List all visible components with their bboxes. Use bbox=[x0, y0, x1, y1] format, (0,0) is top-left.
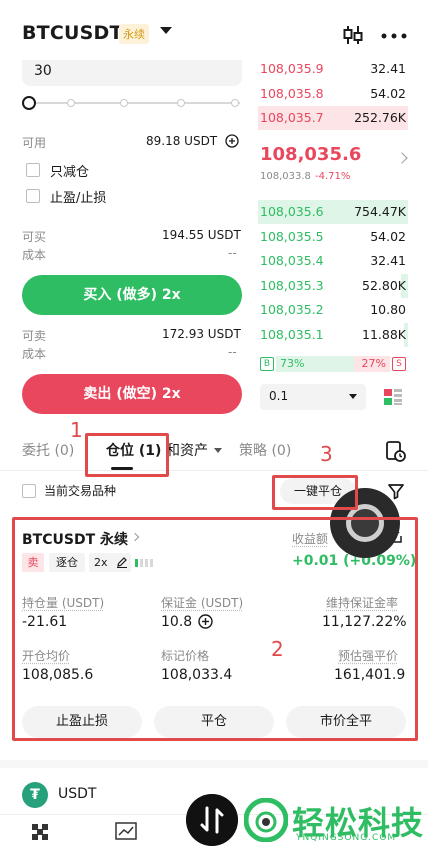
current-symbol-checkbox[interactable] bbox=[22, 484, 36, 498]
ask-qty: 252.76K bbox=[354, 110, 406, 125]
amount-slider[interactable] bbox=[22, 96, 242, 110]
annotation-number-3: 3 bbox=[320, 442, 333, 466]
annotation-box-3 bbox=[272, 475, 358, 510]
section-separator bbox=[0, 760, 428, 768]
bid-qty: 10.80 bbox=[370, 302, 406, 317]
bid-row[interactable]: 108,035.2 10.80 bbox=[258, 298, 408, 322]
precision-value: 0.1 bbox=[269, 389, 289, 403]
bid-row[interactable]: 108,035.6 754.47K bbox=[258, 200, 408, 224]
bid-price: 108,035.1 bbox=[260, 326, 324, 342]
reduce-only-label: 只减仓 bbox=[50, 165, 90, 180]
slider-handle[interactable] bbox=[22, 96, 36, 110]
bid-price: 108,035.4 bbox=[260, 253, 324, 268]
tab-orders[interactable]: 委托 (0) bbox=[22, 440, 74, 460]
sell-short-button[interactable]: 卖出 (做空) 2x bbox=[22, 374, 242, 414]
sell-ratio: 27% bbox=[361, 357, 386, 370]
sell-cost-value: -- bbox=[228, 345, 237, 359]
watermark-subtext: YNQINGSONG.COM bbox=[296, 833, 397, 843]
orderbook-layout-icon[interactable] bbox=[382, 387, 404, 407]
bid-row[interactable]: 108,035.5 54.02 bbox=[258, 225, 408, 249]
chart-icon[interactable] bbox=[115, 822, 137, 840]
tab-strategy[interactable]: 策略 (0) bbox=[239, 440, 291, 460]
usdt-logo-icon: ₮ bbox=[22, 782, 48, 808]
bottom-tabs: 委托 (0) 仓位 (1) 和资产 策略 (0) bbox=[0, 430, 428, 470]
bid-price: 108,035.3 bbox=[260, 277, 324, 293]
bid-price: 108,035.2 bbox=[260, 302, 324, 317]
sell-tag: S bbox=[392, 357, 406, 371]
ask-row[interactable]: 108,035.9 32.41 bbox=[258, 57, 408, 81]
buy-cost-value: -- bbox=[228, 246, 237, 260]
bid-qty: 54.02 bbox=[370, 228, 406, 244]
chevron-down-icon bbox=[349, 394, 357, 399]
slider-stop-25[interactable] bbox=[67, 99, 75, 107]
asset-coin[interactable]: USDT bbox=[58, 786, 96, 802]
buy-ratio: 73% bbox=[280, 357, 305, 370]
header: BTCUSDT 永续 bbox=[0, 0, 428, 62]
symbol-dropdown-caret-icon[interactable] bbox=[160, 27, 172, 34]
bid-qty: 52.80K bbox=[362, 277, 406, 293]
annotation-box-1 bbox=[85, 433, 169, 477]
more-icon[interactable] bbox=[381, 33, 407, 39]
slider-stop-100[interactable] bbox=[231, 99, 239, 107]
precision-select[interactable]: 0.1 bbox=[260, 384, 366, 410]
buy-long-button[interactable]: 买入 (做多) 2x bbox=[22, 275, 242, 315]
buy-tag: B bbox=[260, 357, 274, 371]
grid-icon[interactable] bbox=[30, 822, 50, 842]
price-change: -4.71% bbox=[315, 171, 351, 182]
add-funds-icon[interactable] bbox=[225, 134, 239, 148]
available-value: 89.18 USDT bbox=[146, 134, 218, 148]
bid-qty: 32.41 bbox=[370, 253, 406, 268]
buy-sell-ratio: B 73% 27% S bbox=[258, 356, 408, 372]
bid-qty: 11.88K bbox=[362, 326, 406, 342]
amount-value: 30 bbox=[34, 63, 52, 79]
candlestick-icon[interactable] bbox=[342, 24, 364, 46]
swap-icon[interactable] bbox=[186, 794, 238, 846]
ask-row[interactable]: 108,035.7 252.76K bbox=[258, 106, 408, 130]
symbol-title[interactable]: BTCUSDT bbox=[22, 22, 123, 44]
annotation-number-2: 2 bbox=[271, 637, 284, 661]
ask-qty: 32.41 bbox=[370, 61, 406, 76]
amount-input[interactable]: 30 bbox=[22, 60, 242, 86]
tp-sl-checkbox[interactable] bbox=[26, 189, 40, 203]
ask-price: 108,035.7 bbox=[260, 110, 324, 125]
bid-price: 108,035.5 bbox=[260, 228, 324, 244]
ask-row[interactable]: 108,035.8 54.02 bbox=[258, 82, 408, 106]
ask-price: 108,035.9 bbox=[260, 61, 324, 76]
sell-max-label: 可卖 bbox=[22, 329, 47, 343]
buy-cost-label: 成本 bbox=[22, 248, 47, 262]
bid-qty: 754.47K bbox=[354, 204, 406, 219]
annotation-number-1: 1 bbox=[70, 418, 83, 442]
mark-price: 108,033.8 bbox=[260, 171, 311, 182]
watermark-logo-icon bbox=[244, 798, 288, 842]
bid-row[interactable]: 108,035.1 11.88K bbox=[258, 322, 408, 347]
sell-cost-label: 成本 bbox=[22, 347, 47, 361]
slider-stop-50[interactable] bbox=[120, 99, 128, 107]
divider bbox=[0, 470, 428, 471]
contract-type-badge: 永续 bbox=[119, 24, 149, 44]
buy-max-value: 194.55 USDT bbox=[162, 228, 241, 242]
current-symbol-label: 当前交易品种 bbox=[44, 484, 117, 498]
last-price: 108,035.6 bbox=[260, 144, 362, 165]
chevron-right-icon[interactable] bbox=[396, 152, 408, 164]
bid-row[interactable]: 108,035.4 32.41 bbox=[258, 249, 408, 273]
ask-qty: 54.02 bbox=[370, 85, 406, 101]
slider-track bbox=[30, 102, 240, 104]
annotation-box-2 bbox=[12, 517, 418, 741]
bid-price: 108,035.6 bbox=[260, 204, 324, 219]
buy-max-label: 可买 bbox=[22, 230, 47, 244]
slider-stop-75[interactable] bbox=[177, 99, 185, 107]
order-history-icon[interactable] bbox=[384, 440, 406, 462]
assets-dropdown-icon[interactable] bbox=[214, 448, 222, 453]
sell-max-value: 172.93 USDT bbox=[162, 327, 241, 341]
available-label: 可用 bbox=[22, 136, 47, 150]
bid-row[interactable]: 108,035.3 52.80K bbox=[258, 273, 408, 298]
tp-sl-label: 止盈/止损 bbox=[50, 191, 107, 206]
ask-price: 108,035.8 bbox=[260, 85, 324, 101]
tab-assets[interactable]: 和资产 bbox=[166, 440, 208, 460]
reduce-only-checkbox[interactable] bbox=[26, 163, 40, 177]
